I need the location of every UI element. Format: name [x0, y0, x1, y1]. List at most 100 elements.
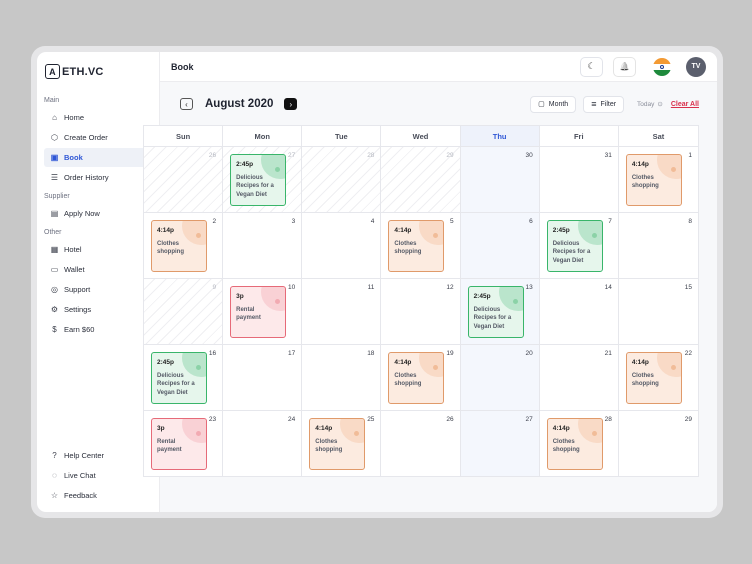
day-cell[interactable]: 14 — [539, 279, 619, 345]
event-dot-icon — [196, 365, 201, 370]
event-card[interactable]: 4:14p Clothes shopping — [546, 418, 603, 470]
sidebar-item-home[interactable]: ⌂ Home — [44, 108, 152, 127]
sidebar-item-book[interactable]: ▣ Book — [44, 148, 152, 167]
sidebar-item-settings[interactable]: ⚙ Settings — [44, 300, 152, 319]
day-cell[interactable]: 29 — [618, 411, 698, 477]
sidebar-item-apply-now[interactable]: ▤ Apply Now — [44, 204, 152, 223]
day-cell[interactable]: 1 4:14p Clothes shopping — [618, 147, 698, 213]
event-card[interactable]: 2:45p Delicious Recipes for a Vegan Diet — [467, 286, 524, 338]
calendar-grid: Sun Mon Tue Wed Thu Fri Sat 26 27 2:45p Delicious… — [143, 125, 699, 477]
day-cell[interactable]: 31 — [539, 147, 619, 213]
event-card[interactable]: 4:14p Clothes shopping — [388, 220, 445, 272]
sidebar-item-help-center[interactable]: ? Help Center — [44, 446, 152, 465]
sidebar-item-wallet[interactable]: ▭ Wallet — [44, 260, 152, 279]
day-cell[interactable]: 28 4:14p Clothes shopping — [539, 411, 619, 477]
day-cell[interactable]: 29 — [381, 147, 461, 213]
event-card[interactable]: 4:14p Clothes shopping — [625, 352, 682, 404]
event-title: Clothes shopping — [157, 240, 184, 256]
day-cell[interactable]: 8 — [618, 213, 698, 279]
prev-month-icon[interactable]: ‹ — [180, 98, 193, 110]
book-icon: ▣ — [50, 153, 59, 162]
day-cell[interactable]: 6 — [460, 213, 540, 279]
sidebar-item-create-order[interactable]: ⬡ Create Order — [44, 128, 152, 147]
today-button[interactable]: Today ⊙ — [637, 100, 663, 109]
brand-logo[interactable]: A ETH.VC — [45, 64, 152, 79]
day-cell[interactable]: 12 — [381, 279, 461, 345]
day-cell[interactable]: 9 — [144, 279, 224, 345]
filter-button[interactable]: ≡ Filter — [583, 95, 625, 113]
day-cell[interactable]: 30 — [460, 147, 540, 213]
day-cell[interactable]: 27 — [460, 411, 540, 477]
day-cell[interactable]: 15 — [618, 279, 698, 345]
language-flag-icon[interactable] — [653, 57, 671, 76]
day-number: 13 — [525, 284, 533, 291]
sidebar-item-feedback[interactable]: ☆ Feedback — [44, 486, 152, 505]
day-number: 15 — [684, 284, 692, 291]
event-card[interactable]: 2:45p Delicious Recipes for a Vegan Diet — [230, 154, 287, 206]
day-cell[interactable]: 10 3p Rental payment — [223, 279, 303, 345]
day-number: 2 — [212, 218, 217, 225]
sidebar-item-support[interactable]: ◎ Support — [44, 280, 152, 299]
day-number: 30 — [525, 152, 533, 159]
feedback-icon: ☆ — [50, 491, 59, 500]
sidebar-item-order-history[interactable]: ☰ Order History — [44, 168, 152, 187]
help-icon: ? — [52, 451, 57, 460]
day-cell[interactable]: 26 — [381, 411, 461, 477]
day-cell[interactable]: 4 — [302, 213, 382, 279]
day-cell[interactable]: 18 — [302, 345, 382, 411]
day-number: 4 — [370, 218, 375, 225]
event-card[interactable]: 4:14p Clothes shopping — [309, 418, 366, 470]
day-cell[interactable]: 26 — [144, 147, 224, 213]
event-card[interactable]: 3p Rental payment — [230, 286, 287, 338]
month-view-button[interactable]: ▢ Month — [530, 95, 577, 113]
event-dot-icon — [670, 167, 676, 172]
sidebar-item-earn-60[interactable]: $ Earn $60 — [44, 320, 152, 339]
sidebar-item-live-chat[interactable]: ◌ Live Chat — [44, 466, 152, 485]
day-cell[interactable]: 22 4:14p Clothes shopping — [618, 345, 698, 411]
event-card[interactable]: 4:14p Clothes shopping — [151, 220, 207, 272]
event-time: 4:14p — [552, 425, 570, 432]
day-number: 23 — [208, 416, 217, 423]
day-cell[interactable]: 13 2:45p Delicious Recipes for a Vegan Die… — [460, 279, 540, 345]
day-number: 8 — [688, 218, 692, 225]
day-number: 29 — [446, 152, 454, 159]
day-cell[interactable]: 23 3p Rental payment — [144, 411, 224, 477]
wallet-icon: ▭ — [50, 265, 59, 274]
sidebar-item-label: Apply Now — [64, 209, 100, 218]
dark-mode-icon[interactable]: ☾ — [580, 56, 603, 77]
day-cell[interactable]: 16 2:45p Delicious Recipes for a Vegan Die… — [144, 345, 224, 411]
day-cell[interactable]: 20 — [460, 345, 540, 411]
clear-all-link[interactable]: Clear All — [671, 101, 699, 108]
event-time: 4:14p — [631, 161, 649, 168]
day-cell[interactable]: 25 4:14p Clothes shopping — [302, 411, 382, 477]
sidebar-item-hotel[interactable]: ▦ Hotel — [44, 240, 152, 259]
day-cell[interactable]: 5 4:14p Clothes shopping — [381, 213, 461, 279]
event-card[interactable]: 4:14p Clothes shopping — [388, 352, 445, 404]
sidebar-item-label: Feedback — [64, 491, 97, 500]
day-cell[interactable]: 3 — [223, 213, 303, 279]
day-cell[interactable]: 24 — [223, 411, 303, 477]
avatar[interactable]: TV — [686, 56, 706, 77]
day-cell[interactable]: 28 — [302, 147, 382, 213]
event-card[interactable]: 3p Rental payment — [151, 418, 207, 470]
event-card[interactable]: 4:14p Clothes shopping — [625, 154, 682, 206]
event-dot-icon — [670, 365, 676, 370]
event-card[interactable]: 2:45p Delicious Recipes for a Vegan Diet — [151, 352, 207, 404]
day-cell[interactable]: 19 4:14p Clothes shopping — [381, 345, 461, 411]
home-icon: ⌂ — [52, 113, 57, 122]
day-cell[interactable]: 11 — [302, 279, 382, 345]
day-number: 9 — [212, 284, 217, 291]
day-cell[interactable]: 17 — [223, 345, 303, 411]
day-cell[interactable]: 2 4:14p Clothes shopping — [144, 213, 224, 279]
day-cell[interactable]: 21 — [539, 345, 619, 411]
next-month-icon[interactable]: › — [284, 98, 298, 110]
event-dot-icon — [512, 299, 518, 304]
day-cell[interactable]: 7 2:45p Delicious Recipes for a Vegan Diet — [539, 213, 619, 279]
event-title: Clothes shopping — [552, 438, 580, 454]
event-time: 4:14p — [315, 425, 333, 432]
sidebar-item-label: Help Center — [64, 451, 105, 460]
notification-bell-icon[interactable]: 🔔 — [613, 56, 636, 77]
day-grid: 26 27 2:45p Delicious Recipes for a Vegan D… — [144, 147, 698, 477]
day-cell[interactable]: 27 2:45p Delicious Recipes for a Vegan Die… — [223, 147, 303, 213]
event-card[interactable]: 2:45p Delicious Recipes for a Vegan Diet — [546, 220, 603, 272]
